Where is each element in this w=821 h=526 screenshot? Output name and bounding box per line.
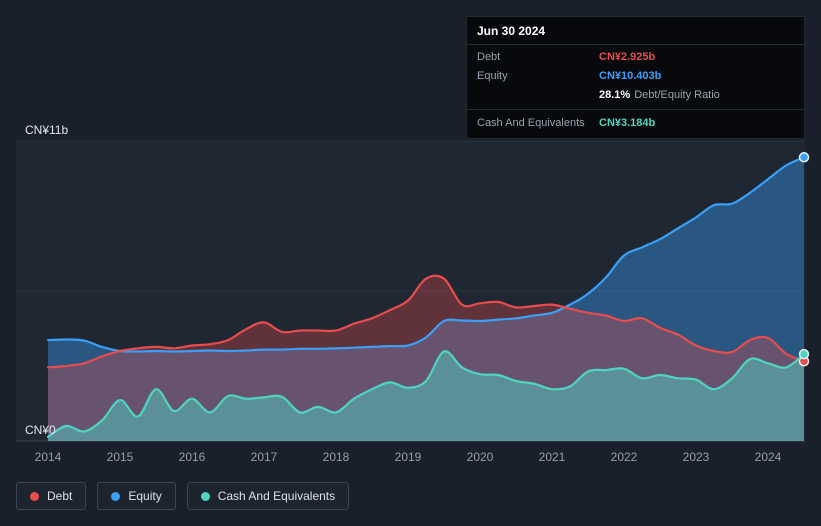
equity-color-dot bbox=[111, 491, 121, 501]
legend-item-debt[interactable]: Debt bbox=[16, 482, 87, 510]
tooltip-equity-value: CN¥10.403b bbox=[599, 70, 662, 82]
tooltip-ratio-value: 28.1% bbox=[599, 89, 631, 101]
chart-legend: Debt Equity Cash And Equivalents bbox=[16, 482, 350, 510]
tooltip-debt-label: Debt bbox=[477, 51, 501, 63]
tooltip-date: Jun 30 2024 bbox=[467, 17, 804, 45]
tooltip-debt-value: CN¥2.925b bbox=[599, 51, 656, 63]
y-axis-label-top: CN¥11b bbox=[25, 123, 69, 137]
legend-item-equity[interactable]: Equity bbox=[97, 482, 176, 510]
cash-color-dot bbox=[200, 491, 210, 501]
debt-color-dot bbox=[30, 491, 39, 501]
x-tick-label: 2017 bbox=[251, 450, 278, 464]
chart-tooltip: Jun 30 2024 Debt CN¥2.925b Equity CN¥10.… bbox=[466, 16, 805, 139]
x-tick-label: 2021 bbox=[539, 450, 566, 464]
legend-label-debt: Debt bbox=[47, 489, 73, 503]
equity-endpoint-marker bbox=[798, 152, 810, 163]
x-tick-label: 2022 bbox=[611, 450, 638, 464]
x-tick-label: 2018 bbox=[323, 450, 350, 464]
tooltip-ratio-row: 28.1% Debt/Equity Ratio bbox=[467, 86, 804, 105]
x-tick-label: 2024 bbox=[755, 450, 782, 464]
x-tick-label: 2014 bbox=[35, 450, 62, 464]
x-tick-label: 2023 bbox=[683, 450, 710, 464]
x-tick-label: 2020 bbox=[467, 450, 494, 464]
x-tick-label: 2019 bbox=[395, 450, 422, 464]
tooltip-cash-label: Cash And Equivalents bbox=[477, 117, 585, 129]
tooltip-debt-row: Debt CN¥2.925b bbox=[467, 45, 804, 67]
legend-item-cash[interactable]: Cash And Equivalents bbox=[186, 482, 350, 510]
y-axis-label-bottom: CN¥0 bbox=[25, 423, 56, 437]
x-tick-label: 2016 bbox=[179, 450, 206, 464]
tooltip-cash-row: Cash And Equivalents CN¥3.184b bbox=[467, 109, 804, 138]
tooltip-cash-value: CN¥3.184b bbox=[599, 117, 656, 129]
legend-label-equity: Equity bbox=[128, 489, 162, 503]
tooltip-equity-row: Equity CN¥10.403b bbox=[467, 67, 804, 86]
cash-endpoint-marker bbox=[798, 348, 810, 360]
x-tick-label: 2015 bbox=[107, 450, 134, 464]
tooltip-equity-label: Equity bbox=[477, 70, 508, 82]
tooltip-ratio-label: Debt/Equity Ratio bbox=[634, 89, 720, 101]
legend-label-cash: Cash And Equivalents bbox=[217, 489, 336, 503]
